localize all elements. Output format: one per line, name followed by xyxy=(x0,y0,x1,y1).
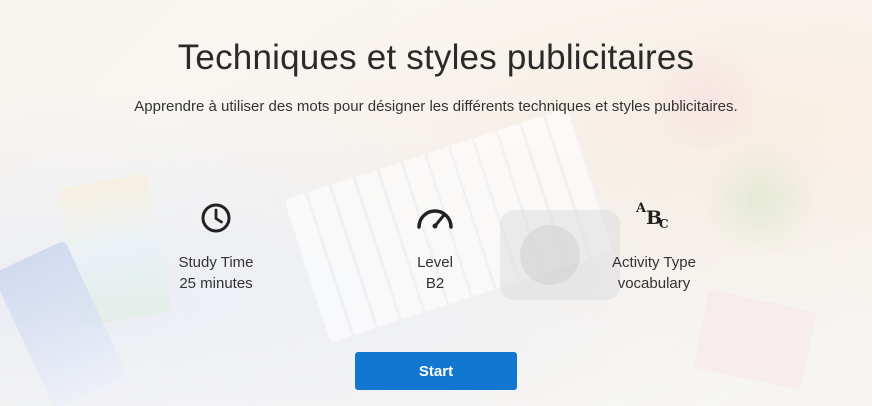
speedometer-icon xyxy=(335,198,535,238)
abc-icon: A B C xyxy=(634,201,674,235)
abc-icon-letter-c: C xyxy=(659,217,669,231)
activity-type-value: vocabulary xyxy=(617,275,691,292)
level-value: B2 xyxy=(425,275,445,292)
level-label: Level xyxy=(417,254,453,271)
study-time-info: Study Time 25 minutes xyxy=(116,198,316,294)
abc-icon-letter-a: A xyxy=(636,201,647,216)
page-title: Techniques et styles publicitaires xyxy=(177,38,695,77)
study-time-value: 25 minutes xyxy=(179,275,253,292)
activity-type-info: A B C Activity Type vocabulary xyxy=(554,198,754,294)
abc-icon-wrapper: A B C xyxy=(554,198,754,238)
start-button[interactable]: Start xyxy=(355,352,517,390)
page-subtitle: Apprendre à utiliser des mots pour désig… xyxy=(134,98,738,115)
level-info: Level B2 xyxy=(335,198,535,294)
study-time-label: Study Time xyxy=(178,254,254,271)
clock-icon xyxy=(116,198,316,238)
activity-type-label: Activity Type xyxy=(612,254,696,271)
activity-intro: Techniques et styles publicitaires Appre… xyxy=(0,0,872,406)
